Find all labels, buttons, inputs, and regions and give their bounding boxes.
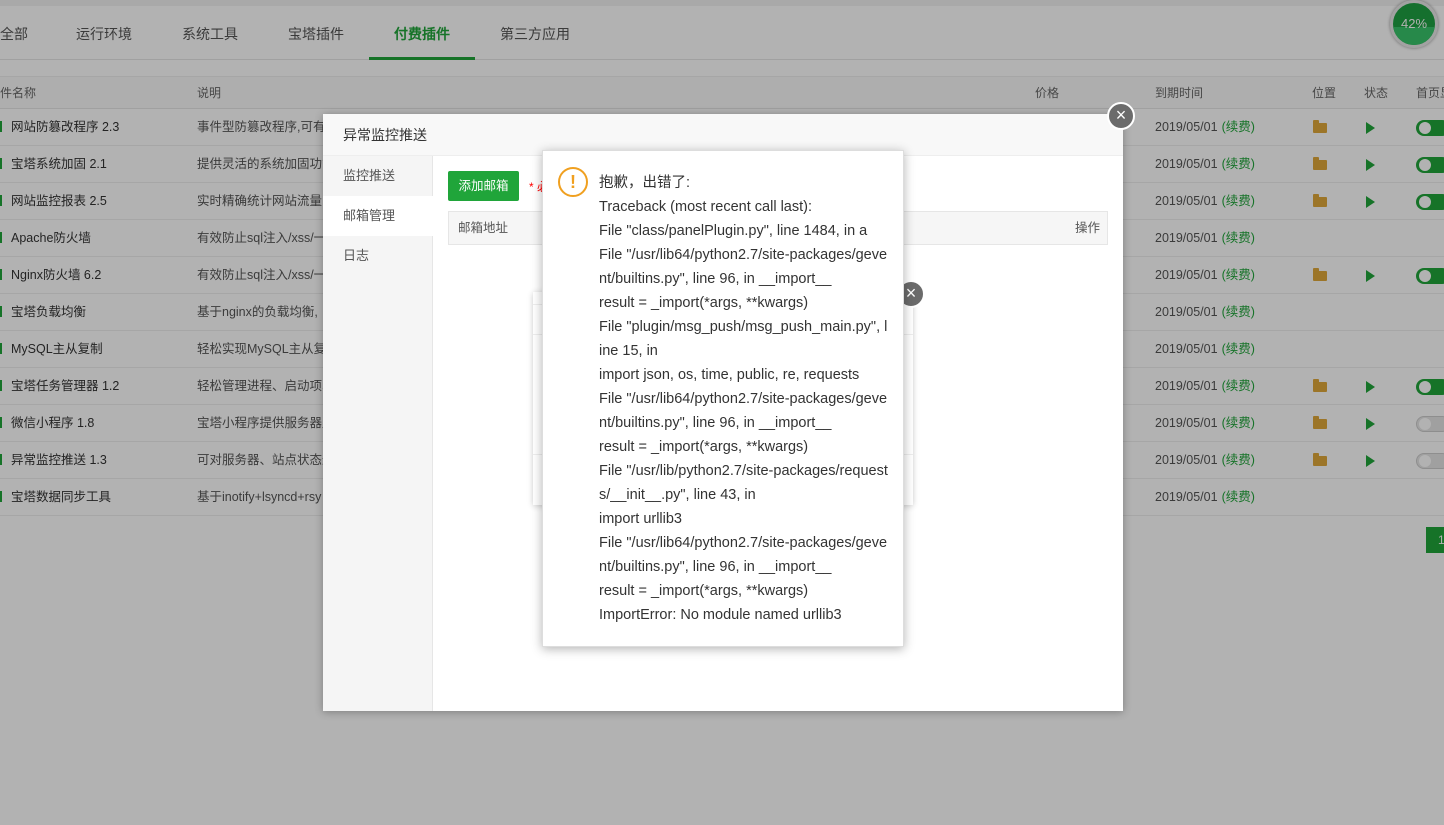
error-line: Traceback (most recent call last): xyxy=(599,199,812,215)
error-line: import json, os, time, public, re, reque… xyxy=(599,367,860,383)
error-message-box: ! 抱歉，出错了: Traceback (most recent call las… xyxy=(542,150,904,647)
dialog-sidebar: 监控推送 邮箱管理 日志 xyxy=(323,156,433,711)
error-line: File "/usr/lib64/python2.7/site-packages… xyxy=(599,247,888,287)
error-line: File "/usr/lib64/python2.7/site-packages… xyxy=(599,535,888,575)
error-text: 抱歉，出错了: Traceback (most recent call last)… xyxy=(599,171,889,627)
col-mail-action: 操作 xyxy=(1075,221,1101,235)
error-line: File "plugin/msg_push/msg_push_main.py",… xyxy=(599,319,888,359)
error-line: File "/usr/lib64/python2.7/site-packages… xyxy=(599,391,888,431)
error-line: File "class/panelPlugin.py", line 1484, … xyxy=(599,223,868,239)
close-dialog-button[interactable]: × xyxy=(1107,102,1135,130)
error-line: import urllib3 xyxy=(599,511,682,527)
error-line: result = _import(*args, **kwargs) xyxy=(599,439,809,455)
error-line: result = _import(*args, **kwargs) xyxy=(599,295,809,311)
sidebar-item-mail-manage[interactable]: 邮箱管理 xyxy=(323,196,433,236)
error-line: result = _import(*args, **kwargs) xyxy=(599,583,809,599)
error-line: ImportError: No module named urllib3 xyxy=(599,607,842,623)
error-line: File "/usr/lib/python2.7/site-packages/r… xyxy=(599,463,888,503)
warning-icon: ! xyxy=(558,167,588,197)
error-line: 抱歉，出错了: xyxy=(599,175,691,191)
sidebar-item-log[interactable]: 日志 xyxy=(323,236,433,276)
col-mail-address: 邮箱地址 xyxy=(458,221,509,235)
add-mail-button[interactable]: 添加邮箱 xyxy=(448,171,519,201)
sidebar-item-monitor-push[interactable]: 监控推送 xyxy=(323,156,433,196)
